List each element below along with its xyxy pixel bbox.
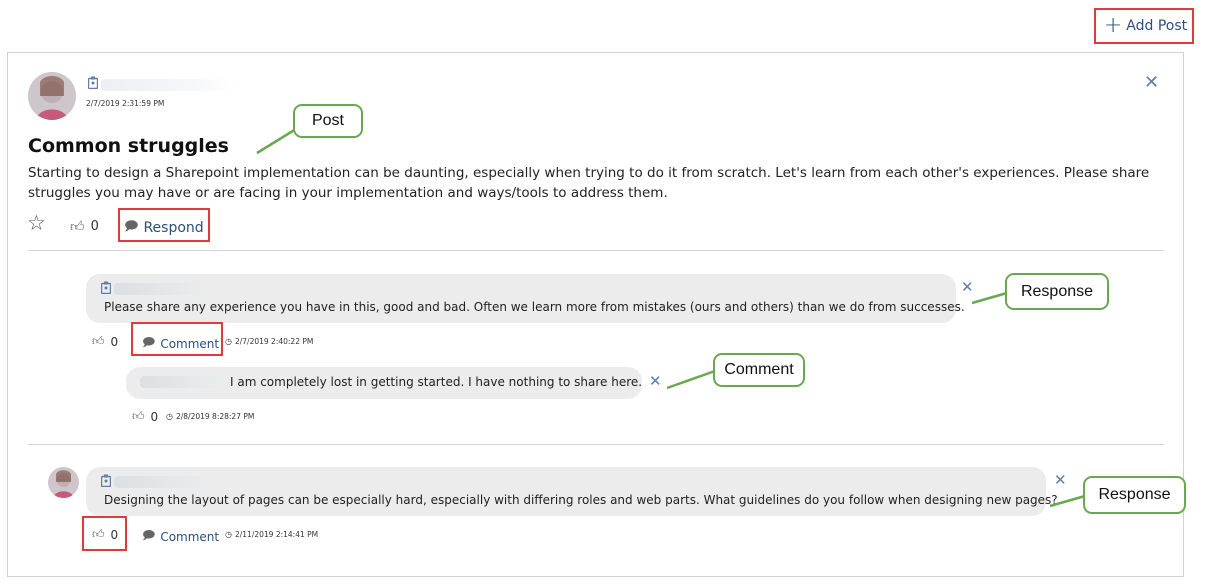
callout-comment: Comment xyxy=(713,353,805,387)
callout-response: Response xyxy=(1083,476,1186,514)
callout-post: Post xyxy=(293,104,363,138)
callout-response: Response xyxy=(1005,273,1109,310)
